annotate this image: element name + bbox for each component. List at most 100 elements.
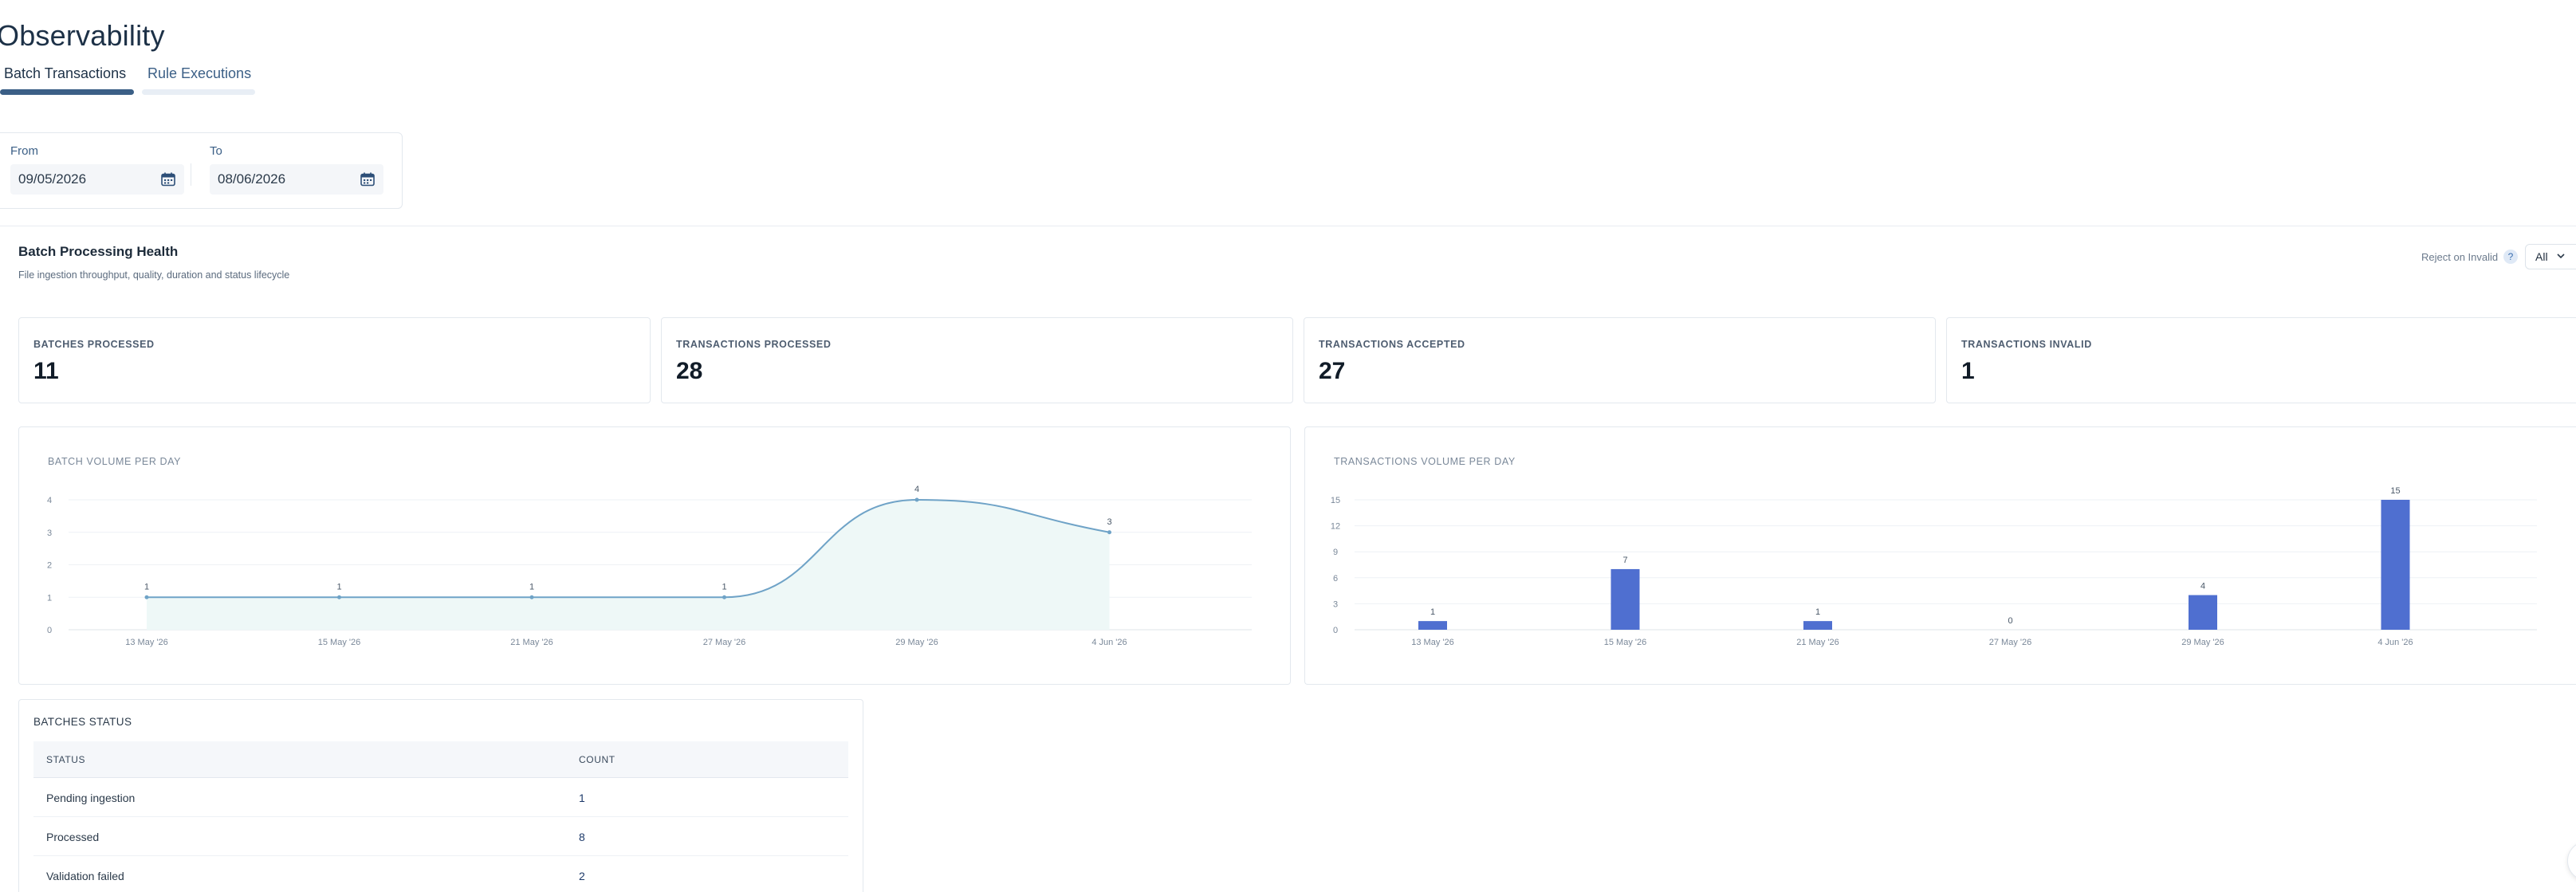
x-tick-label: 29 May '26 [2181,638,2224,647]
bar [1610,568,1640,630]
y-tick-label: 0 [1333,626,1338,635]
from-date-value: 09/05/2026 [18,171,87,187]
count-cell: 2 [579,870,585,882]
tab-inactive-indicator [142,89,255,95]
y-tick-label: 0 [47,626,52,635]
section-title: Batch Processing Health [18,244,179,259]
stat-card-transactions-invalid: TRANSACTIONS INVALID 1 [1946,317,2576,403]
data-label: 7 [1622,556,1627,565]
calendar-icon[interactable] [160,171,176,187]
x-tick-label: 13 May '26 [1411,638,1453,647]
data-point [1107,530,1111,535]
data-point [914,497,919,502]
stat-label: TRANSACTIONS PROCESSED [676,339,832,350]
from-label: From [10,144,38,158]
bar [1803,621,1832,630]
status-cell: Validation failed [46,870,124,882]
calendar-icon[interactable] [360,171,376,187]
batch-volume-plot: 0 1 2 3 4 13 May '26 15 May '26 21 May '26 27 Ma… [47,485,1252,647]
x-tick-label: 29 May '26 [895,638,938,647]
to-date-input[interactable]: 08/06/2026 [210,164,383,195]
data-label: 0 [2008,616,2012,626]
y-tick-label: 4 [47,496,52,505]
transactions-volume-chart: TRANSACTIONS VOLUME PER DAY 0 3 6 9 12 15 13 M… [1304,426,2576,685]
x-tick-label: 15 May '26 [318,638,360,647]
x-tick-label: 21 May '26 [1796,638,1839,647]
stat-card-transactions-processed: TRANSACTIONS PROCESSED 28 [661,317,1293,403]
x-tick-label: 4 Jun '26 [1091,638,1127,647]
x-tick-label: 27 May '26 [1989,638,2031,647]
tab-batch-transactions[interactable]: Batch Transactions [4,65,126,82]
table-row: Validation failed 2 [33,856,848,892]
y-tick-label: 1 [47,593,52,603]
table-row: Processed 8 [33,817,848,856]
data-point [144,595,149,599]
transactions-volume-plot: 0 3 6 9 12 15 13 May '26 15 May '26 21 May '26 27… [1331,486,2537,647]
y-tick-label: 15 [1331,496,1340,505]
help-icon[interactable]: ? [2503,250,2518,264]
tab-rule-executions[interactable]: Rule Executions [147,65,251,82]
data-label: 4 [914,485,919,494]
x-tick-label: 27 May '26 [703,638,745,647]
tab-active-indicator [0,89,134,95]
y-tick-label: 12 [1331,522,1340,532]
data-label: 1 [529,582,534,591]
stat-value: 27 [1319,358,1346,384]
stat-value: 28 [676,358,703,384]
data-label: 15 [2390,486,2400,496]
floating-action-button[interactable] [2567,841,2576,881]
to-date-value: 08/06/2026 [218,171,286,187]
count-cell: 1 [579,792,585,804]
stat-card-transactions-accepted: TRANSACTIONS ACCEPTED 27 [1304,317,1936,403]
status-cell: Processed [46,831,100,843]
data-label: 1 [144,582,149,591]
table-row: Pending ingestion 1 [33,778,848,817]
count-cell: 8 [579,831,585,843]
to-label: To [210,144,222,158]
to-date-group: To 08/06/2026 [210,144,383,195]
data-point [337,595,341,599]
data-label: 1 [336,582,341,591]
data-label: 1 [1430,607,1435,617]
stat-label: TRANSACTIONS ACCEPTED [1319,339,1465,350]
x-tick-label: 15 May '26 [1604,638,1646,647]
data-point [722,595,726,599]
chevron-down-icon [2557,253,2565,259]
stat-label: BATCHES PROCESSED [33,339,155,350]
stat-value: 11 [33,358,59,384]
page-title: Observability [0,19,165,52]
column-header-count: COUNT [579,754,615,765]
table-title: BATCHES STATUS [33,716,132,728]
from-date-input[interactable]: 09/05/2026 [10,164,184,195]
data-label: 3 [1107,517,1111,527]
table-header: STATUS COUNT [33,741,848,778]
data-label: 1 [722,582,726,591]
reject-on-invalid-select[interactable]: All [2525,244,2576,269]
reject-on-invalid-value: All [2535,250,2548,263]
data-label: 1 [1815,607,1820,617]
status-cell: Pending ingestion [46,792,136,804]
bar [2189,595,2217,630]
date-range-filter: From 09/05/2026 To 08/06/2026 [0,132,403,209]
y-tick-label: 3 [47,529,52,538]
stat-value: 1 [1961,358,1975,384]
reject-on-invalid-label: Reject on Invalid [2421,251,2499,263]
batch-volume-chart: BATCH VOLUME PER DAY 0 1 2 3 4 13 May '26 15 M… [18,426,1291,685]
batches-status-card: BATCHES STATUS STATUS COUNT Pending inge… [18,699,863,892]
y-tick-label: 3 [1333,599,1338,609]
column-header-status: STATUS [46,754,86,765]
bar [2381,500,2410,630]
from-date-group: From 09/05/2026 [10,144,184,195]
x-tick-label: 4 Jun '26 [2377,638,2413,647]
section-subtitle: File ingestion throughput, quality, dura… [18,269,290,281]
y-tick-label: 6 [1333,574,1338,584]
stat-label: TRANSACTIONS INVALID [1961,339,2092,350]
data-point [529,595,534,599]
x-tick-label: 21 May '26 [510,638,553,647]
y-tick-label: 9 [1333,548,1338,557]
y-tick-label: 2 [47,561,52,571]
x-tick-label: 13 May '26 [125,638,167,647]
stat-card-batches-processed: BATCHES PROCESSED 11 [18,317,651,403]
bar [1418,621,1447,630]
data-label: 4 [2200,582,2205,591]
